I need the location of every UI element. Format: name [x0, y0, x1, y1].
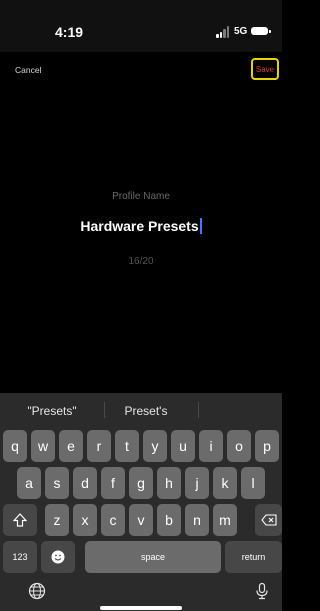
text-caret	[199, 218, 202, 234]
key-i[interactable]: i	[199, 430, 223, 462]
key-d[interactable]: d	[73, 467, 97, 499]
home-indicator	[100, 606, 182, 610]
character-counter: 16/20	[128, 256, 154, 267]
key-s[interactable]: s	[45, 467, 69, 499]
battery-icon	[251, 27, 271, 35]
save-label: Save	[255, 64, 275, 74]
key-f[interactable]: f	[101, 467, 125, 499]
shift-key[interactable]	[3, 504, 37, 536]
key-w[interactable]: w	[31, 430, 55, 462]
suggestion-3[interactable]	[198, 401, 282, 421]
cancel-button[interactable]: Cancel	[15, 65, 41, 75]
keyboard: "Presets" Preset's qwertyuiop asdfghjkl …	[0, 393, 282, 611]
save-button[interactable]: Save	[251, 58, 279, 80]
key-x[interactable]: x	[73, 504, 97, 536]
profile-name-value: Hardware Presets	[80, 218, 199, 234]
key-k[interactable]: k	[213, 467, 237, 499]
key-z[interactable]: z	[45, 504, 69, 536]
key-m[interactable]: m	[213, 504, 237, 536]
key-n[interactable]: n	[185, 504, 209, 536]
network-label: 5G	[234, 26, 248, 37]
suggestion-2[interactable]: Preset's	[104, 401, 188, 421]
globe-icon[interactable]	[28, 582, 46, 600]
suggestion-1[interactable]: "Presets"	[10, 401, 94, 421]
key-g[interactable]: g	[129, 467, 153, 499]
profile-name-label: Profile Name	[112, 191, 170, 202]
space-key[interactable]: space	[85, 541, 221, 573]
status-time: 4:19	[55, 24, 84, 40]
key-p[interactable]: p	[255, 430, 279, 462]
emoji-icon	[51, 550, 65, 564]
key-y[interactable]: y	[143, 430, 167, 462]
key-o[interactable]: o	[227, 430, 251, 462]
key-v[interactable]: v	[129, 504, 153, 536]
key-h[interactable]: h	[157, 467, 181, 499]
shift-icon	[13, 513, 27, 527]
key-t[interactable]: t	[115, 430, 139, 462]
delete-key[interactable]	[255, 504, 282, 536]
emoji-key[interactable]	[41, 541, 75, 573]
key-e[interactable]: e	[59, 430, 83, 462]
signal-icon	[216, 26, 230, 38]
key-u[interactable]: u	[171, 430, 195, 462]
key-b[interactable]: b	[157, 504, 181, 536]
status-bar: 4:19 5G	[0, 0, 282, 52]
delete-icon	[260, 514, 277, 526]
key-j[interactable]: j	[185, 467, 209, 499]
key-a[interactable]: a	[17, 467, 41, 499]
microphone-icon[interactable]	[253, 582, 271, 600]
profile-name-input[interactable]: Hardware Presets	[40, 218, 242, 234]
numbers-key[interactable]: 123	[3, 541, 37, 573]
return-key[interactable]: return	[225, 541, 282, 573]
key-r[interactable]: r	[87, 430, 111, 462]
key-c[interactable]: c	[101, 504, 125, 536]
key-l[interactable]: l	[241, 467, 265, 499]
key-q[interactable]: q	[3, 430, 27, 462]
